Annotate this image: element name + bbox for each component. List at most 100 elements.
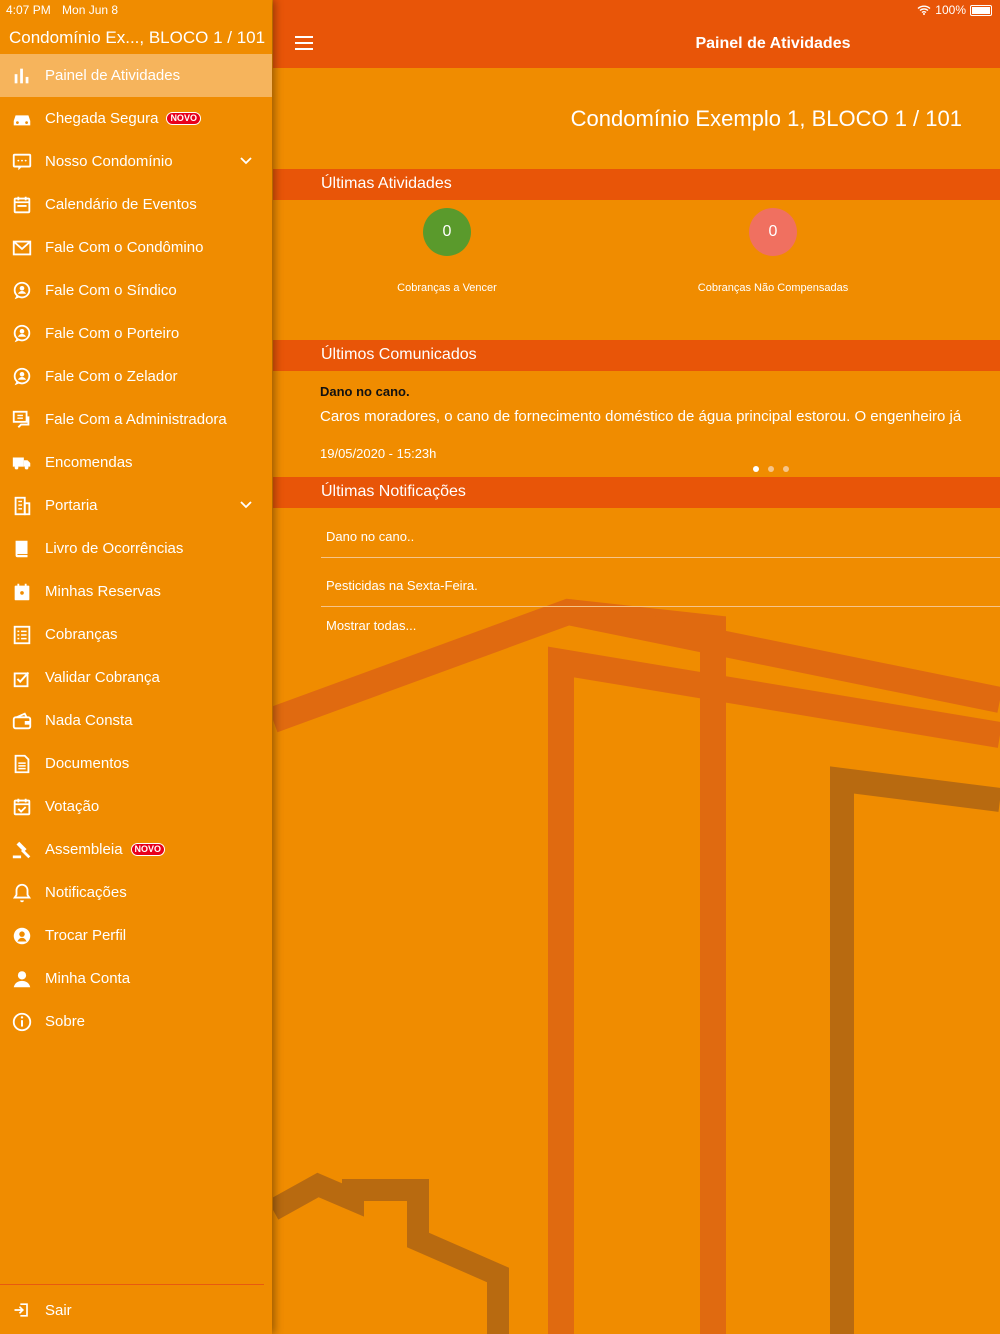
calendar-check-icon <box>10 795 34 819</box>
sidebar-item-minha-conta[interactable]: Minha Conta <box>0 957 272 1000</box>
person-chat-icon <box>10 279 34 303</box>
counter-circle: 0 <box>423 208 471 256</box>
sidebar-item-assembleia[interactable]: Assembleia NOVO <box>0 828 272 871</box>
page-title: Painel de Atividades <box>695 35 851 52</box>
logout-icon <box>10 1298 34 1322</box>
sidebar-item-label: Chegada Segura <box>45 110 159 127</box>
sidebar-item-label: Fale Com o Porteiro <box>45 325 180 342</box>
profile-title[interactable]: Condomínio Ex..., BLOCO 1 / 101 <box>9 28 265 48</box>
top-bar: 100% Painel de Atividades <box>273 0 1000 68</box>
check-icon <box>10 666 34 690</box>
wallet-icon <box>10 709 34 733</box>
main-content: 100% Painel de Atividades Condomínio Exe… <box>273 0 1000 1334</box>
logout-label: Sair <box>45 1301 72 1319</box>
sidebar-item-label: Validar Cobrança <box>45 669 160 686</box>
notifications-section-header: Últimas Notificações <box>273 477 1000 508</box>
sidebar-item-fale-com-a-administradora[interactable]: Fale Com a Administradora <box>0 398 272 441</box>
document-icon <box>10 752 34 776</box>
status-date: Mon Jun 8 <box>62 3 119 17</box>
car-icon <box>10 107 34 131</box>
sidebar-item-encomendas[interactable]: Encomendas <box>0 441 272 484</box>
sidebar: 4:07 PM Mon Jun 8 Condomínio Ex..., BLOC… <box>0 0 272 1334</box>
show-all-label: Mostrar todas... <box>326 618 417 633</box>
sidebar-item-fale-com-o-sindico[interactable]: Fale Com o Síndico <box>0 269 272 312</box>
sidebar-item-label: Fale Com a Administradora <box>45 411 227 428</box>
sidebar-item-minhas-reservas[interactable]: Minhas Reservas <box>0 570 272 613</box>
carousel-pager[interactable] <box>753 466 789 472</box>
show-all-notifications[interactable]: Mostrar todas... <box>321 598 1000 646</box>
notice-date: 19/05/2020 - 15:23h <box>320 446 437 461</box>
wifi-icon <box>917 5 931 15</box>
calendar-icon <box>10 193 34 217</box>
sidebar-item-label: Notificações <box>45 884 127 901</box>
pager-dot[interactable] <box>753 466 759 472</box>
counter-bills-uncompensated[interactable]: 0 Cobranças Não Compensadas <box>673 208 873 294</box>
sidebar-item-calendario-de-eventos[interactable]: Calendário de Eventos <box>0 183 272 226</box>
chevron-down-icon[interactable] <box>240 496 252 512</box>
sidebar-item-documentos[interactable]: Documentos <box>0 742 272 785</box>
new-badge: NOVO <box>166 112 201 125</box>
chevron-down-icon[interactable] <box>240 152 252 168</box>
book-icon <box>10 537 34 561</box>
counter-circle: 0 <box>749 208 797 256</box>
pager-dot[interactable] <box>768 466 774 472</box>
counter-label: Cobranças Não Compensadas <box>697 282 849 294</box>
sidebar-menu: Painel de Atividades Chegada Segura NOVO No… <box>0 54 272 1043</box>
user-icon <box>10 967 34 991</box>
sidebar-item-label: Fale Com o Condômino <box>45 239 204 256</box>
activities-section-header: Últimas Atividades <box>273 169 1000 200</box>
sidebar-item-cobrancas[interactable]: Cobranças <box>0 613 272 656</box>
sidebar-item-label: Trocar Perfil <box>45 927 127 944</box>
list-icon <box>10 623 34 647</box>
sidebar-item-label: Calendário de Eventos <box>45 196 197 213</box>
logout-button[interactable]: Sair <box>0 1290 272 1330</box>
notices-title: Últimos Comunicados <box>321 346 477 363</box>
battery-icon <box>970 4 992 16</box>
sidebar-item-chegada-segura[interactable]: Chegada Segura NOVO <box>0 97 272 140</box>
sidebar-item-label: Painel de Atividades <box>45 67 181 84</box>
sidebar-item-nosso-condominio[interactable]: Nosso Condomínio <box>0 140 272 183</box>
sidebar-item-label: Livro de Ocorrências <box>45 540 184 557</box>
sidebar-item-label: Nada Consta <box>45 712 133 729</box>
notification-text: Dano no cano.. <box>326 529 415 544</box>
counter-label: Cobranças a Vencer <box>397 282 497 294</box>
sidebar-item-fale-com-o-porteiro[interactable]: Fale Com o Porteiro <box>0 312 272 355</box>
notification-text: Pesticidas na Sexta-Feira. <box>326 578 478 593</box>
notice-title[interactable]: Dano no cano. <box>320 384 410 399</box>
sidebar-item-label: Minha Conta <box>45 970 131 987</box>
sidebar-item-notificacoes[interactable]: Notificações <box>0 871 272 914</box>
notification-item[interactable]: Dano no cano.. <box>321 509 1000 558</box>
sidebar-item-validar-cobranca[interactable]: Validar Cobrança <box>0 656 272 699</box>
status-bar-right: 100% <box>917 3 992 17</box>
sidebar-item-sobre[interactable]: Sobre <box>0 1000 272 1043</box>
reservation-icon <box>10 580 34 604</box>
sidebar-item-votacao[interactable]: Votação <box>0 785 272 828</box>
sidebar-item-label: Fale Com o Zelador <box>45 368 178 385</box>
bar-chart-icon <box>10 64 34 88</box>
truck-icon <box>10 451 34 475</box>
sidebar-item-trocar-perfil[interactable]: Trocar Perfil <box>0 914 272 957</box>
chat-icon <box>10 150 34 174</box>
sidebar-item-painel-de-atividades[interactable]: Painel de Atividades <box>0 54 272 97</box>
sidebar-item-portaria[interactable]: Portaria <box>0 484 272 527</box>
person-chat-icon <box>10 365 34 389</box>
sidebar-item-label: Votação <box>45 798 100 815</box>
notice-body[interactable]: Caros moradores, o cano de fornecimento … <box>320 408 961 425</box>
profile-swap-icon <box>10 924 34 948</box>
sidebar-item-label: Cobranças <box>45 626 118 643</box>
notices-section-header: Últimos Comunicados <box>273 340 1000 371</box>
sidebar-item-nada-consta[interactable]: Nada Consta <box>0 699 272 742</box>
main-panel: 100% Painel de Atividades Condomínio Exe… <box>273 0 1000 1334</box>
sidebar-item-label: Fale Com o Síndico <box>45 282 177 299</box>
building-icon <box>10 494 34 518</box>
sidebar-item-fale-com-o-condomino[interactable]: Fale Com o Condômino <box>0 226 272 269</box>
sidebar-item-livro-de-ocorrencias[interactable]: Livro de Ocorrências <box>0 527 272 570</box>
new-badge: NOVO <box>130 843 166 856</box>
status-bar-left: 4:07 PM Mon Jun 8 <box>6 3 126 17</box>
sidebar-item-label: Assembleia <box>45 841 123 858</box>
chats-icon <box>10 408 34 432</box>
pager-dot[interactable] <box>783 466 789 472</box>
mail-icon <box>10 236 34 260</box>
sidebar-item-fale-com-o-zelador[interactable]: Fale Com o Zelador <box>0 355 272 398</box>
counter-bills-due[interactable]: 0 Cobranças a Vencer <box>347 208 547 294</box>
